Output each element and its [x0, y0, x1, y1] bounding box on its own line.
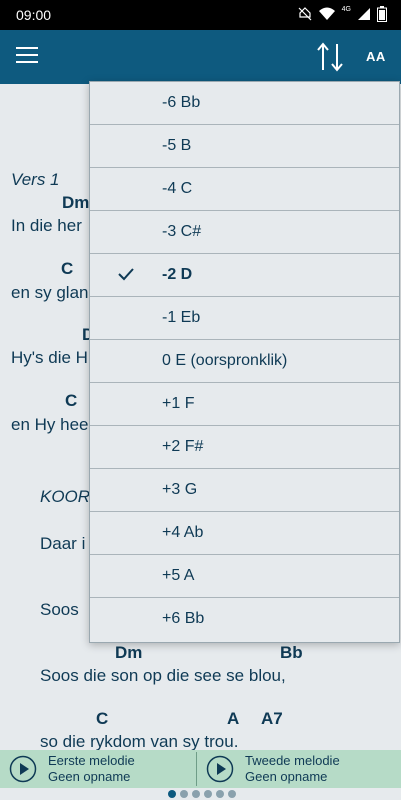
chord: Bb: [280, 643, 303, 662]
second-melody-player[interactable]: Tweede melodie Geen opname: [197, 750, 401, 788]
first-melody-status: Geen opname: [48, 769, 131, 784]
signal-icon: [358, 8, 370, 20]
first-melody-player[interactable]: Eerste melodie Geen opname: [0, 750, 196, 788]
checkmark-icon: [118, 268, 134, 281]
transpose-option[interactable]: +3 G: [90, 469, 399, 512]
verse-label: Vers 1: [11, 170, 60, 189]
page-indicator: [0, 788, 401, 800]
page-dot[interactable]: [216, 790, 224, 798]
lyric-line: Soos die son op die see se blou,: [40, 666, 286, 685]
lyric-line: Soos: [40, 600, 79, 619]
network-type-label: 4G: [341, 6, 351, 13]
lyric-line: In die her: [11, 216, 82, 235]
page-dot[interactable]: [192, 790, 200, 798]
second-melody-status: Geen opname: [245, 769, 328, 784]
transpose-option[interactable]: 0 E (oorspronklik): [90, 340, 399, 383]
page-dot[interactable]: [228, 790, 236, 798]
notification-mute-icon: [298, 7, 312, 21]
lyric-line: Hy's die H: [11, 348, 88, 367]
chord: C: [96, 709, 109, 728]
transpose-option[interactable]: +1 F: [90, 383, 399, 426]
transpose-option[interactable]: -1 Eb: [90, 297, 399, 340]
status-time: 09:00: [16, 7, 52, 23]
transpose-option-label: +3 G: [162, 481, 198, 498]
page-dot-active[interactable]: [168, 790, 176, 798]
transpose-option-label: +2 F#: [162, 438, 204, 455]
transpose-option-label: -5 B: [162, 137, 192, 154]
transpose-option-label: -1 Eb: [162, 309, 201, 326]
font-size-button[interactable]: AA: [366, 49, 386, 64]
chord: C: [65, 391, 78, 410]
melody-player-bar: Eerste melodie Geen opname Tweede melodi…: [0, 750, 401, 788]
status-icons: 4G: [298, 6, 387, 22]
transpose-option[interactable]: -6 Bb: [90, 82, 399, 125]
transpose-option-label: 0 E (oorspronklik): [162, 352, 288, 369]
transpose-option-label: +4 Ab: [162, 524, 204, 541]
lyric-line: Daar i: [40, 534, 86, 553]
transpose-option[interactable]: +4 Ab: [90, 512, 399, 555]
lyric-line: en Hy hee: [11, 415, 89, 434]
transpose-option-label: -4 C: [162, 180, 193, 197]
transpose-option-label: +1 F: [162, 395, 195, 412]
transpose-option-label: +5 A: [162, 567, 195, 584]
transpose-option-selected[interactable]: -2 D: [90, 254, 399, 297]
transpose-option-label: -6 Bb: [162, 94, 201, 111]
transpose-option[interactable]: -5 B: [90, 125, 399, 168]
transpose-menu: -6 Bb -5 B -4 C -3 C# -2 D -1 Eb 0 E (oo…: [89, 81, 400, 643]
second-melody-title: Tweede melodie: [245, 753, 340, 768]
transpose-option[interactable]: -3 C#: [90, 211, 399, 254]
chord: C: [61, 259, 74, 278]
play-icon[interactable]: [206, 755, 234, 783]
transpose-option[interactable]: +5 A: [90, 555, 399, 598]
play-icon[interactable]: [9, 755, 37, 783]
transpose-button[interactable]: [313, 40, 349, 74]
transpose-option[interactable]: +2 F#: [90, 426, 399, 469]
wifi-icon: [318, 7, 335, 20]
transpose-option[interactable]: -4 C: [90, 168, 399, 211]
transpose-option[interactable]: +6 Bb: [90, 598, 399, 641]
menu-icon[interactable]: [16, 47, 38, 67]
page-dot[interactable]: [204, 790, 212, 798]
transpose-option-label: -2 D: [162, 266, 193, 283]
chord: A7: [261, 709, 283, 728]
status-bar: 09:00 4G: [0, 0, 401, 30]
battery-icon: [377, 6, 387, 22]
transpose-arrows-icon: [317, 42, 343, 72]
page-dot[interactable]: [180, 790, 188, 798]
transpose-option-label: -3 C#: [162, 223, 202, 240]
lyric-line: en sy glan: [11, 283, 89, 302]
chorus-label: KOOR: [40, 487, 91, 506]
app-bar: AA: [0, 30, 401, 84]
chord: Dm: [115, 643, 143, 662]
transpose-option-label: +6 Bb: [162, 610, 205, 627]
lyric-line: so die rykdom van sy trou.: [40, 732, 239, 751]
chord: A: [227, 709, 240, 728]
first-melody-title: Eerste melodie: [48, 753, 135, 768]
chord: Dm: [62, 193, 90, 212]
